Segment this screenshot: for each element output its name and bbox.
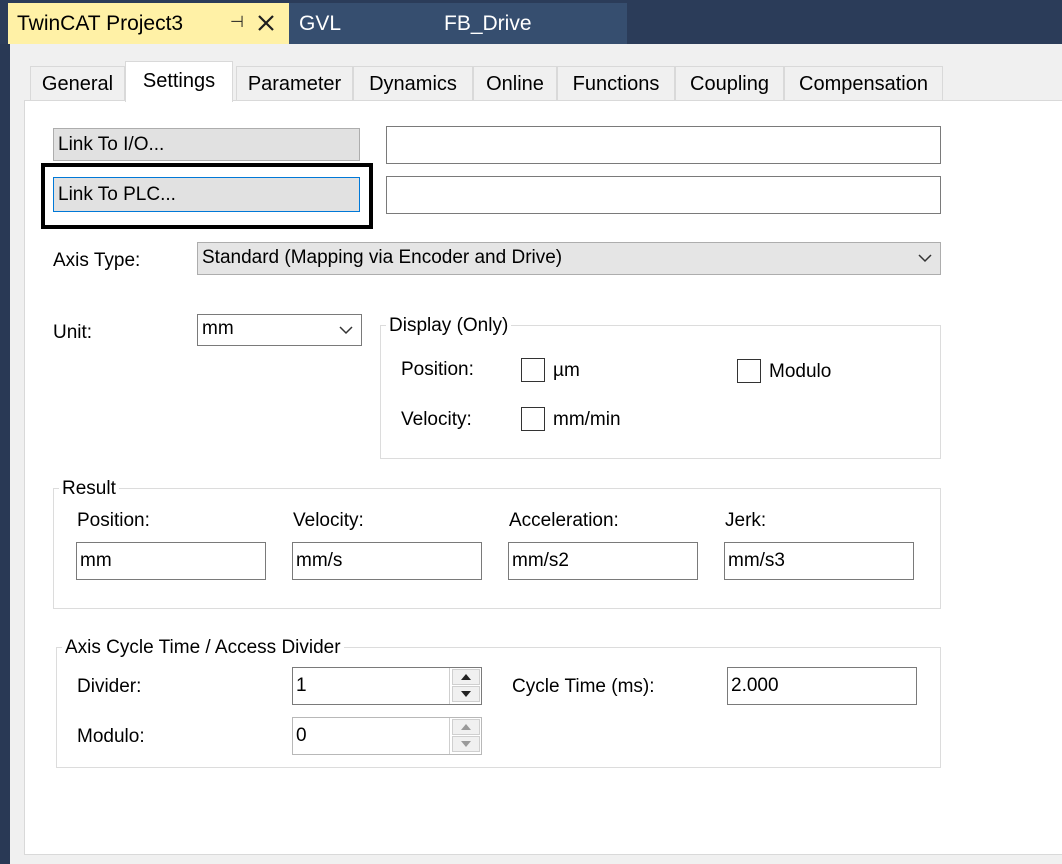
tab-general-label: General (41, 73, 114, 95)
result-jerk-field[interactable] (724, 542, 914, 580)
tab-online[interactable]: Online (473, 66, 557, 100)
result-position-field[interactable] (76, 542, 266, 580)
cycle-modulo-label: Modulo: (77, 726, 145, 747)
result-jerk-label: Jerk: (725, 510, 767, 531)
tab-fb-drive-label[interactable]: FB_Drive (444, 12, 532, 36)
tab-coupling[interactable]: Coupling (675, 66, 784, 100)
link-to-plc-button[interactable]: Link To PLC... (53, 177, 360, 212)
display-group-title: Display (Only) (386, 315, 512, 337)
window-left-edge (0, 44, 10, 864)
tab-compensation-label: Compensation (799, 73, 928, 95)
tab-gvl-fbdrive[interactable]: GVL FB_Drive (289, 3, 627, 45)
unit-value: mm (202, 318, 234, 339)
axis-type-select[interactable]: Standard (Mapping via Encoder and Drive) (197, 242, 941, 275)
axis-type-label: Axis Type: (53, 250, 141, 271)
tab-parameter[interactable]: Parameter (236, 66, 353, 100)
tab-settings[interactable]: Settings (125, 61, 233, 102)
axis-cycle-group-title: Axis Cycle Time / Access Divider (62, 637, 344, 659)
unit-select[interactable]: mm (197, 314, 362, 346)
mm-min-label: mm/min (553, 409, 621, 430)
chevron-down-icon (339, 326, 353, 335)
plc-link-field[interactable] (386, 176, 941, 214)
result-velocity-label: Velocity: (293, 510, 364, 531)
divider-spinner (449, 668, 481, 704)
divider-down-button[interactable] (452, 686, 480, 702)
close-icon[interactable] (254, 11, 278, 35)
arrow-down-icon (461, 741, 471, 747)
display-velocity-label: Velocity: (401, 409, 472, 430)
divider-label: Divider: (77, 676, 142, 697)
tab-online-label: Online (486, 73, 544, 95)
result-acceleration-label: Acceleration: (509, 510, 619, 531)
tab-parameter-label: Parameter (247, 73, 342, 95)
display-position-label: Position: (401, 359, 474, 380)
modulo-spinner (449, 718, 481, 754)
arrow-up-icon (461, 674, 471, 680)
tab-compensation[interactable]: Compensation (784, 66, 943, 100)
modulo-input[interactable] (293, 718, 448, 754)
display-group (380, 325, 941, 459)
divider-up-button[interactable] (452, 669, 480, 685)
cycle-time-field[interactable] (727, 667, 917, 705)
cycle-time-label: Cycle Time (ms): (512, 676, 655, 697)
tab-twincat-project3-label: TwinCAT Project3 (17, 12, 184, 35)
result-velocity-field[interactable] (292, 542, 482, 580)
result-position-label: Position: (77, 510, 150, 531)
tab-twincat-project3[interactable]: TwinCAT Project3 ⊣ (8, 3, 289, 45)
tab-coupling-label: Coupling (690, 73, 769, 95)
axis-type-value: Standard (Mapping via Encoder and Drive) (202, 247, 563, 268)
arrow-down-icon (461, 691, 471, 697)
modulo-up-button[interactable] (452, 719, 480, 735)
pin-icon[interactable]: ⊣ (227, 13, 247, 33)
axis-cycle-group (56, 647, 941, 768)
io-link-field[interactable] (386, 126, 941, 164)
link-to-io-button[interactable]: Link To I/O... (53, 128, 360, 161)
um-label: µm (553, 360, 580, 381)
chevron-down-icon (918, 254, 932, 263)
tab-dynamics-label: Dynamics (369, 73, 457, 95)
um-checkbox[interactable] (521, 358, 545, 382)
modulo-down-button[interactable] (452, 736, 480, 752)
tab-settings-label: Settings (142, 70, 216, 92)
mm-min-checkbox[interactable] (521, 407, 545, 431)
tab-functions[interactable]: Functions (557, 66, 675, 100)
unit-label: Unit: (53, 322, 93, 343)
tab-gvl-label[interactable]: GVL (299, 12, 341, 36)
tab-general[interactable]: General (30, 66, 125, 100)
modulo-checkbox[interactable] (737, 359, 761, 383)
result-acceleration-field[interactable] (508, 542, 698, 580)
modulo-stepper[interactable] (292, 717, 482, 755)
tab-dynamics[interactable]: Dynamics (353, 66, 473, 100)
modulo-checkbox-label: Modulo (769, 361, 832, 382)
divider-stepper[interactable] (292, 667, 482, 705)
result-group-title: Result (59, 478, 119, 500)
divider-input[interactable] (293, 668, 448, 704)
tab-functions-label: Functions (572, 73, 660, 95)
arrow-up-icon (461, 724, 471, 730)
